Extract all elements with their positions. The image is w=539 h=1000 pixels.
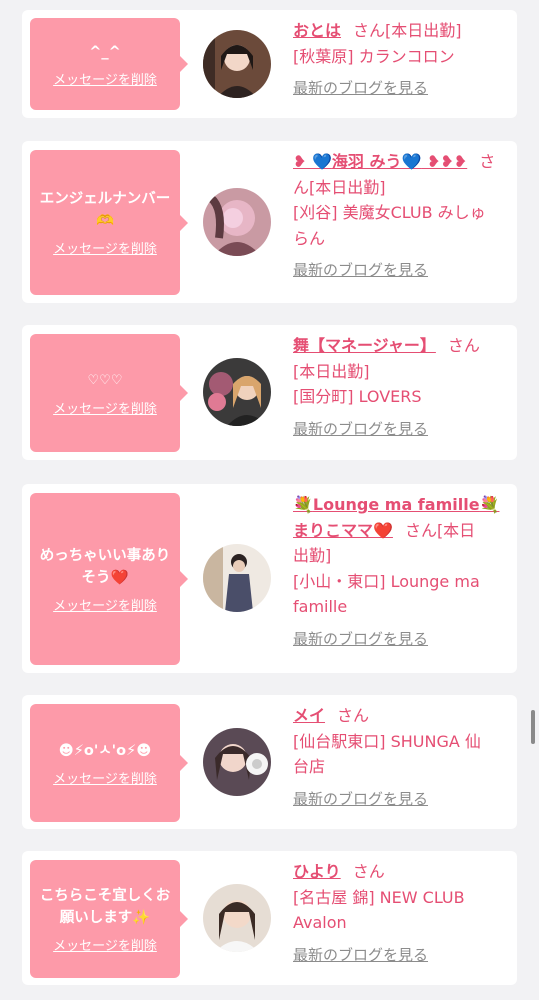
message-bubble: めっちゃいい事ありそう❤️ メッセージを削除 xyxy=(30,493,188,665)
delete-message-link[interactable]: メッセージを削除 xyxy=(53,768,157,787)
cast-name-link[interactable]: メイ xyxy=(293,706,325,725)
attendance-status: [本日出勤] xyxy=(309,177,386,197)
cast-name: Lounge ma famille xyxy=(312,495,480,514)
honorific-tail: ん xyxy=(293,177,310,197)
delete-message-link[interactable]: メッセージを削除 xyxy=(53,398,157,417)
shop-info-continued: 台店 xyxy=(293,757,326,776)
delete-message-link[interactable]: メッセージを削除 xyxy=(53,69,157,88)
honorific: さん xyxy=(337,706,370,725)
shop-info: [刈谷] 美魔女CLUB みしゅ xyxy=(293,203,486,222)
shop-info: [仙台駅東口] SHUNGA 仙 xyxy=(293,731,481,751)
cast-name-link[interactable]: ❥ 💙海羽 みう💙 ❥❥❥ xyxy=(293,152,467,171)
shop-info-continued: famille xyxy=(293,597,348,616)
flower-icon: 💐 xyxy=(293,495,313,514)
name-decoration: ❥ xyxy=(293,152,312,171)
attendance-status: [本日出勤] xyxy=(293,361,370,381)
avatar[interactable] xyxy=(203,30,271,98)
heart-icon: ❤️ xyxy=(373,520,393,540)
cast-name: 海羽 みう xyxy=(331,152,402,171)
honorific: さん[本日 xyxy=(404,520,476,540)
honorific: さ xyxy=(479,152,496,171)
shop-info-continued: らん xyxy=(293,228,326,248)
delete-message-link[interactable]: メッセージを削除 xyxy=(53,595,157,614)
flower-icon: 💐 xyxy=(479,495,500,514)
message-card: めっちゃいい事ありそう❤️ メッセージを削除 💐Lounge ma famill… xyxy=(22,484,517,673)
cast-info: ひより さん [名古屋 錦] NEW CLUB Avalon 最新のブログを見る xyxy=(293,859,507,968)
cast-name-link[interactable]: 舞【マネージャー】 xyxy=(293,336,436,355)
message-card: ♡♡♡ メッセージを削除 舞【マネージャー】 さん [本日出勤] [国分町] LO… xyxy=(22,325,517,460)
attendance-status: 出勤] xyxy=(293,546,332,565)
message-text: ♡♡♡ xyxy=(87,372,123,388)
message-card: エンジェルナンバー🫶 メッセージを削除 ❥ 💙海羽 みう💙 ❥❥❥ さ ん[本日出… xyxy=(22,141,517,303)
latest-blog-link[interactable]: 最新のブログを見る xyxy=(293,943,507,969)
avatar[interactable] xyxy=(203,884,271,952)
message-bubble: エンジェルナンバー🫶 メッセージを削除 xyxy=(30,150,188,295)
cast-name-link[interactable]: まりこママ❤️ xyxy=(293,521,393,540)
latest-blog-link[interactable]: 最新のブログを見る xyxy=(293,417,507,443)
blue-heart-icon: 💙 xyxy=(311,152,332,171)
message-text: こちらこそ宜しくお願いします✨ xyxy=(39,887,171,926)
latest-blog-link[interactable]: 最新のブログを見る xyxy=(293,76,507,102)
message-text: ^_^ xyxy=(89,43,121,60)
honorific: さん xyxy=(353,21,386,40)
shop-info: [名古屋 錦] NEW CLUB xyxy=(293,887,465,907)
blue-heart-icon: 💙 xyxy=(401,152,422,171)
cast-name-link[interactable]: おとは xyxy=(293,21,341,40)
message-text: エンジェルナンバー🫶 xyxy=(39,191,171,229)
message-bubble: ^_^ メッセージを削除 xyxy=(30,18,188,110)
cast-info: 💐Lounge ma famille💐 まりこママ❤️ さん[本日 出勤] [小山… xyxy=(293,492,507,652)
latest-blog-link[interactable]: 最新のブログを見る xyxy=(293,627,507,653)
shop-info: [国分町] LOVERS xyxy=(293,387,422,406)
scrollbar-thumb[interactable] xyxy=(531,710,535,744)
message-bubble: ♡♡♡ メッセージを削除 xyxy=(30,334,188,452)
shop-info-continued: Avalon xyxy=(293,913,347,932)
honorific: さん xyxy=(447,336,480,355)
cast-info: 舞【マネージャー】 さん [本日出勤] [国分町] LOVERS 最新のブログを見… xyxy=(293,333,507,442)
avatar[interactable] xyxy=(203,544,271,612)
message-card: ^_^ メッセージを削除 おとは さん[本日出勤] [秋葉原] カランコロン 最新… xyxy=(22,10,517,118)
latest-blog-link[interactable]: 最新のブログを見る xyxy=(293,787,507,813)
avatar[interactable] xyxy=(203,188,271,256)
delete-message-link[interactable]: メッセージを削除 xyxy=(53,238,157,257)
cast-name-link[interactable]: ひより xyxy=(293,862,341,881)
message-card: ☻⚡o'ㅅ'o⚡☻ メッセージを削除 メイ さん [仙台駅東口] SHUNGA 仙… xyxy=(22,695,517,829)
cast-info: おとは さん[本日出勤] [秋葉原] カランコロン 最新のブログを見る xyxy=(293,18,507,102)
latest-blog-link[interactable]: 最新のブログを見る xyxy=(293,258,507,284)
attendance-status: [本日出勤] xyxy=(385,21,462,40)
message-bubble: ☻⚡o'ㅅ'o⚡☻ メッセージを削除 xyxy=(30,704,188,822)
shop-info: [小山・東口] Lounge ma xyxy=(293,571,480,591)
name-decoration: ❥❥❥ xyxy=(421,152,468,171)
shop-info: [秋葉原] カランコロン xyxy=(293,46,455,66)
avatar[interactable] xyxy=(203,358,271,426)
cast-name-link[interactable]: 💐Lounge ma famille💐 xyxy=(293,495,499,514)
cast-info: メイ さん [仙台駅東口] SHUNGA 仙 台店 最新のブログを見る xyxy=(293,703,507,812)
cast-info: ❥ 💙海羽 みう💙 ❥❥❥ さ ん[本日出勤] [刈谷] 美魔女CLUB みしゅ … xyxy=(293,149,507,284)
delete-message-link[interactable]: メッセージを削除 xyxy=(53,935,157,954)
message-card: こちらこそ宜しくお願いします✨ メッセージを削除 ひより さん [名古屋 錦] N… xyxy=(22,851,517,985)
honorific: さん xyxy=(352,862,385,881)
message-bubble: こちらこそ宜しくお願いします✨ メッセージを削除 xyxy=(30,860,188,978)
avatar[interactable] xyxy=(203,728,271,796)
message-text: ☻⚡o'ㅅ'o⚡☻ xyxy=(58,742,152,759)
message-text: めっちゃいい事ありそう❤️ xyxy=(39,547,171,586)
cast-name: まりこママ xyxy=(293,520,374,540)
